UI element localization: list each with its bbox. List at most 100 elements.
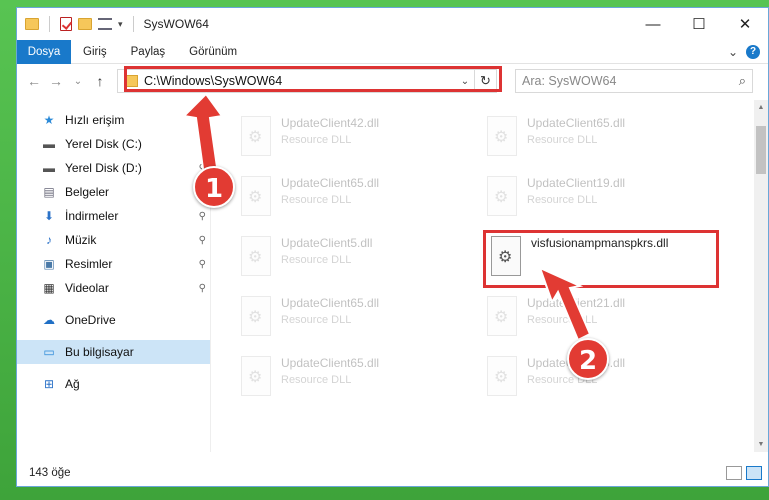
view-switcher — [726, 466, 768, 480]
sidebar-item-documents[interactable]: ▤ Belgeler ⚲ — [17, 180, 210, 204]
file-type: Resource DLL — [281, 194, 352, 206]
customize-toolbar-icon[interactable] — [98, 18, 112, 30]
dll-file-icon — [241, 236, 271, 276]
up-button[interactable]: ↑ — [89, 73, 111, 89]
details-view-icon[interactable] — [726, 466, 742, 480]
ribbon-tabs: Dosya Giriş Paylaş Görünüm ⌄ ? — [17, 39, 768, 64]
forward-button[interactable]: → — [45, 73, 67, 89]
maximize-button[interactable]: ☐ — [676, 8, 722, 40]
music-icon: ♪ — [46, 233, 52, 247]
sidebar-item-quick-access[interactable]: ★ Hızlı erişim — [17, 108, 210, 132]
file-item[interactable]: UpdateClient21.dll Resource DLL — [481, 290, 711, 346]
dll-file-icon — [487, 176, 517, 216]
address-bar[interactable]: C:\Windows\SysWOW64 ⌄ ↻ — [117, 69, 497, 93]
file-item[interactable]: UpdateClient65.dll Resource DLL — [235, 170, 465, 226]
sidebar-item-network[interactable]: ⊞ Ağ — [17, 372, 210, 396]
properties-check-icon[interactable] — [60, 17, 72, 31]
sidebar-item-videos[interactable]: ▦ Videolar ⚲ — [17, 276, 210, 300]
expand-ribbon-icon[interactable]: ⌄ — [728, 45, 738, 59]
sidebar-item-onedrive[interactable]: ☁ OneDrive — [17, 308, 210, 332]
sidebar-item-downloads[interactable]: ⬇ İndirmeler ⚲ — [17, 204, 210, 228]
tab-file[interactable]: Dosya — [17, 39, 71, 64]
highlight-box-file — [483, 230, 719, 288]
explorer-window: ▾ SysWOW64 — ☐ ✕ Dosya Giriş Paylaş Görü… — [16, 7, 769, 487]
file-item[interactable]: UpdateClient5.dll Resource DLL — [235, 230, 465, 286]
dll-file-icon — [487, 356, 517, 396]
title-bar: ▾ SysWOW64 — ☐ ✕ — [17, 8, 768, 40]
sidebar-item-pictures[interactable]: ▣ Resimler ⚲ — [17, 252, 210, 276]
computer-icon: ▭ — [43, 345, 55, 359]
recent-locations-button[interactable]: ⌄ — [67, 76, 89, 87]
dll-file-icon — [487, 116, 517, 156]
sidebar-item-label: Videolar — [65, 281, 109, 295]
file-name: UpdateClient65.dll — [527, 116, 626, 130]
quick-access-toolbar: ▾ — [17, 16, 138, 32]
sidebar-item-local-disk-d[interactable]: ▬ Yerel Disk (D:) ⚲ — [17, 156, 210, 180]
tab-share[interactable]: Paylaş — [119, 40, 178, 64]
address-dropdown-button[interactable]: ⌄ — [456, 76, 474, 87]
back-button[interactable]: ← — [23, 73, 45, 89]
file-name: UpdateClient21.dll — [527, 296, 626, 310]
address-path[interactable]: C:\Windows\SysWOW64 — [144, 74, 282, 88]
window-controls: — ☐ ✕ — [630, 8, 768, 40]
sidebar-item-local-disk-c[interactable]: ▬ Yerel Disk (C:) ⚲ — [17, 132, 210, 156]
step-badge-1: 1 — [193, 166, 235, 208]
file-name: UpdateClient65.dll — [281, 296, 380, 310]
dll-file-icon — [487, 296, 517, 336]
file-name: UpdateClient19.dll — [527, 176, 626, 190]
scroll-thumb[interactable] — [756, 126, 766, 174]
drive-icon: ▬ — [43, 137, 55, 151]
close-button[interactable]: ✕ — [722, 8, 768, 40]
file-item[interactable]: UpdateClient19.dll Resource DLL — [481, 170, 711, 226]
file-type: Resource DLL — [281, 374, 352, 386]
file-item[interactable]: UpdateClient65.dll Resource DLL — [235, 290, 465, 346]
new-folder-icon[interactable] — [78, 18, 92, 30]
pin-icon: ⚲ — [198, 210, 206, 222]
refresh-button[interactable]: ↻ — [474, 70, 496, 92]
search-placeholder: Ara: SysWOW64 — [522, 74, 617, 88]
item-count: 143 öğe — [29, 467, 71, 479]
pin-icon: ⚲ — [198, 258, 206, 270]
network-icon: ⊞ — [43, 377, 55, 391]
sidebar-item-label: Hızlı erişim — [65, 113, 125, 127]
help-icon[interactable]: ? — [746, 44, 760, 59]
drive-icon: ▬ — [43, 161, 55, 175]
dll-file-icon — [241, 116, 271, 156]
cloud-icon: ☁ — [43, 313, 55, 327]
search-icon[interactable]: ⌕ — [739, 73, 746, 89]
chevron-down-icon[interactable]: ▾ — [118, 19, 123, 30]
vertical-scrollbar[interactable]: ▲ ▼ — [754, 100, 768, 452]
file-item[interactable]: UpdateClient65.dll Resource DLL — [481, 110, 711, 166]
sidebar-item-label: Resimler — [65, 257, 113, 271]
documents-icon: ▤ — [43, 185, 55, 199]
folder-icon[interactable] — [25, 18, 39, 30]
pin-icon: ⚲ — [198, 282, 206, 294]
file-name: UpdateClient42.dll — [281, 116, 380, 130]
sidebar-item-music[interactable]: ♪ Müzik ⚲ — [17, 228, 210, 252]
scroll-down-icon[interactable]: ▼ — [754, 441, 768, 448]
navigation-bar: ← → ⌄ ↑ C:\Windows\SysWOW64 ⌄ ↻ Ara: Sys… — [17, 64, 768, 98]
sidebar-item-label: Ağ — [65, 377, 80, 391]
navigation-pane: ★ Hızlı erişim ▬ Yerel Disk (C:) ⚲ ▬ Yer… — [17, 100, 211, 452]
scroll-up-icon[interactable]: ▲ — [754, 104, 768, 111]
file-type: Resource DLL — [527, 314, 598, 326]
sidebar-item-label: İndirmeler — [65, 209, 119, 223]
file-item[interactable]: UpdateClient42.dll Resource DLL — [235, 110, 465, 166]
file-list: UpdateClient42.dll Resource DLL UpdateCli… — [211, 100, 754, 452]
dll-file-icon — [241, 296, 271, 336]
tab-view[interactable]: Görünüm — [177, 40, 249, 64]
file-type: Resource DLL — [281, 314, 352, 326]
minimize-button[interactable]: — — [630, 8, 676, 40]
search-input[interactable]: Ara: SysWOW64 ⌕ — [515, 69, 753, 93]
file-item[interactable]: UpdateClient65.dll Resource DLL — [235, 350, 465, 406]
file-name: UpdateClient65.dll — [281, 356, 380, 370]
sidebar-item-label: Bu bilgisayar — [65, 345, 134, 359]
file-type: Resource DLL — [281, 254, 352, 266]
tab-home[interactable]: Giriş — [71, 40, 119, 64]
large-icons-view-icon[interactable] — [746, 466, 762, 480]
download-icon: ⬇ — [43, 209, 55, 223]
sidebar-item-this-pc[interactable]: ▭ Bu bilgisayar — [17, 340, 210, 364]
